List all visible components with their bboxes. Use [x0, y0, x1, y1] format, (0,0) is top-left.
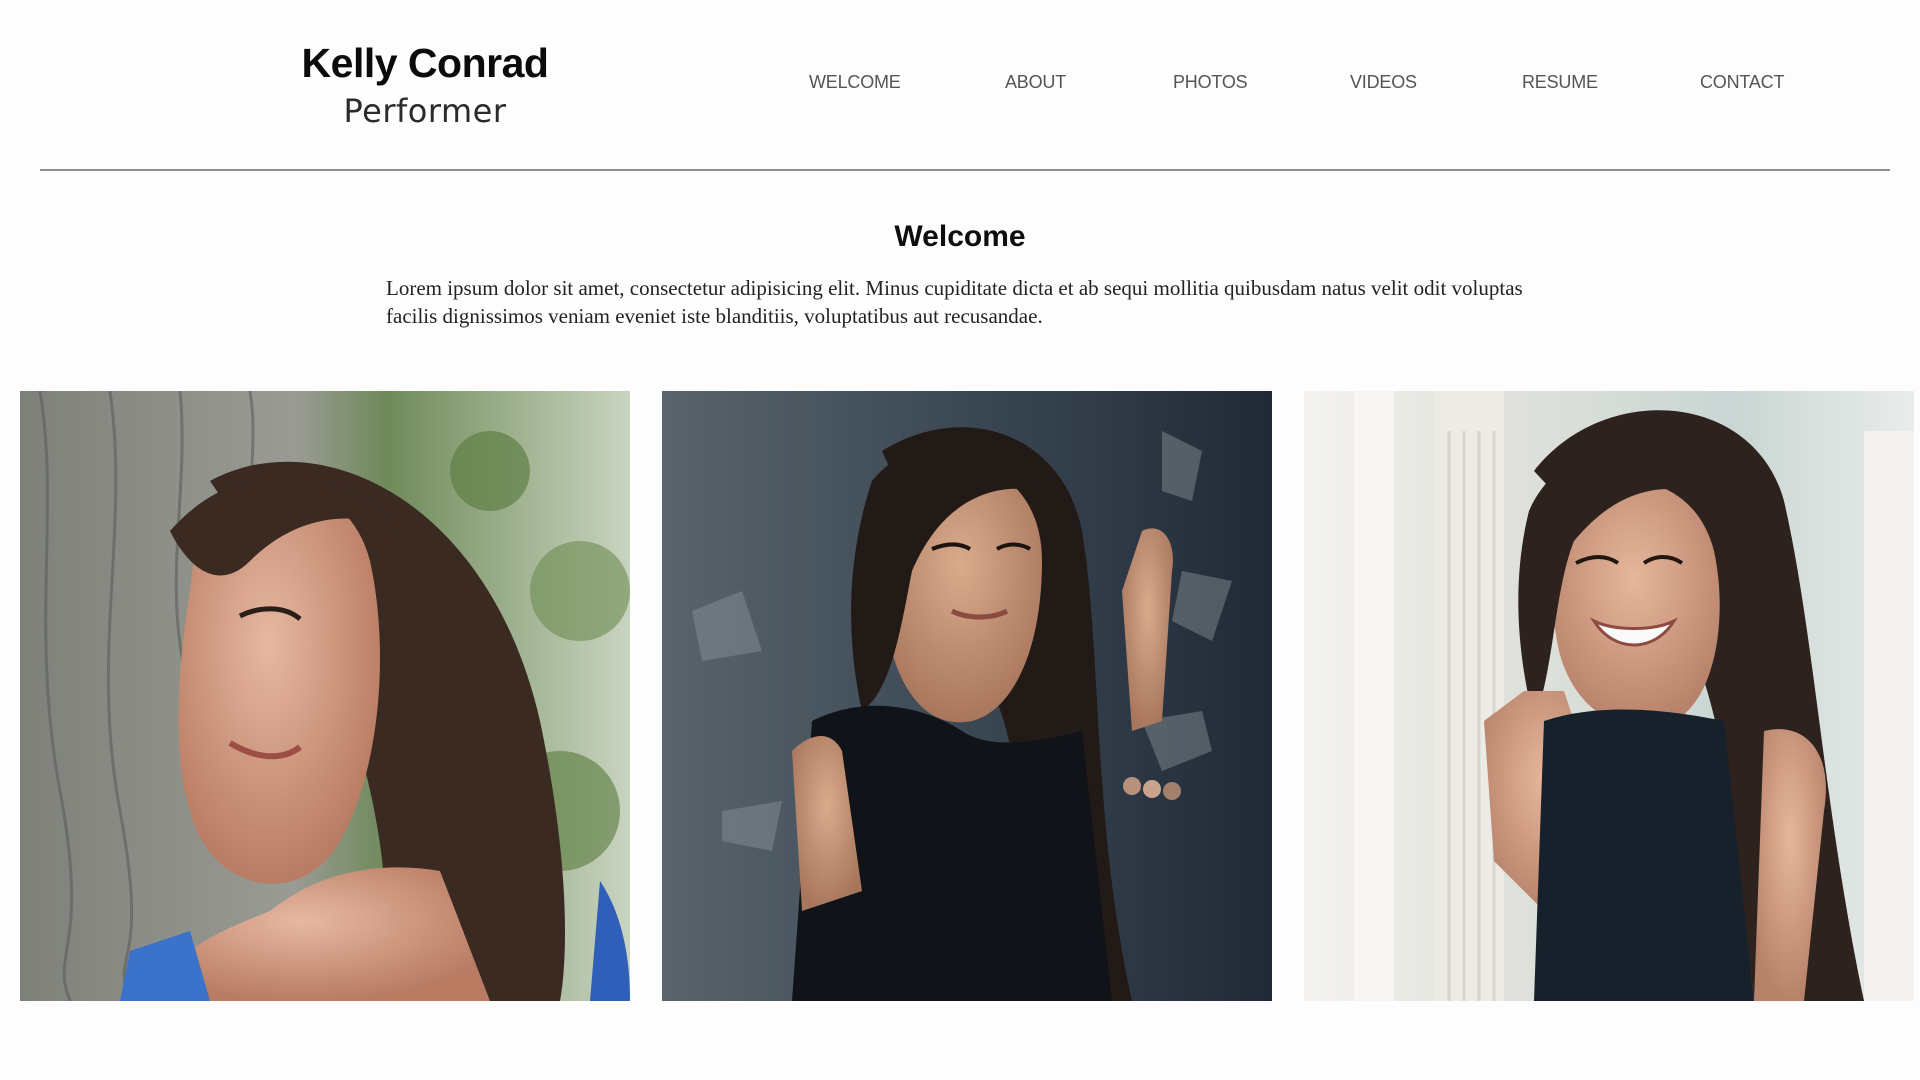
gallery-photo-3[interactable]	[1304, 391, 1914, 1001]
main-nav: WELCOME ABOUT PHOTOS VIDEOS RESUME CONTA…	[0, 72, 1920, 102]
portrait-smiling-image	[1304, 391, 1914, 1001]
portrait-wall-image	[662, 391, 1272, 1001]
portrait-profile-image	[20, 391, 630, 1001]
gallery-photo-1[interactable]	[20, 391, 630, 1001]
site-header: Kelly Conrad Performer WELCOME ABOUT PHO…	[0, 0, 1920, 170]
gallery-photo-2[interactable]	[662, 391, 1272, 1001]
header-divider	[40, 169, 1890, 171]
nav-item-videos[interactable]: VIDEOS	[1350, 72, 1417, 93]
photo-gallery	[0, 391, 1920, 1001]
nav-item-resume[interactable]: RESUME	[1522, 72, 1598, 93]
nav-item-welcome[interactable]: WELCOME	[809, 72, 901, 93]
section-title: Welcome	[894, 220, 1026, 253]
nav-item-contact[interactable]: CONTACT	[1700, 72, 1784, 93]
intro-text: Lorem ipsum dolor sit amet, consectetur …	[386, 276, 1523, 328]
nav-item-photos[interactable]: PHOTOS	[1173, 72, 1248, 93]
nav-item-about[interactable]: ABOUT	[1005, 72, 1066, 93]
